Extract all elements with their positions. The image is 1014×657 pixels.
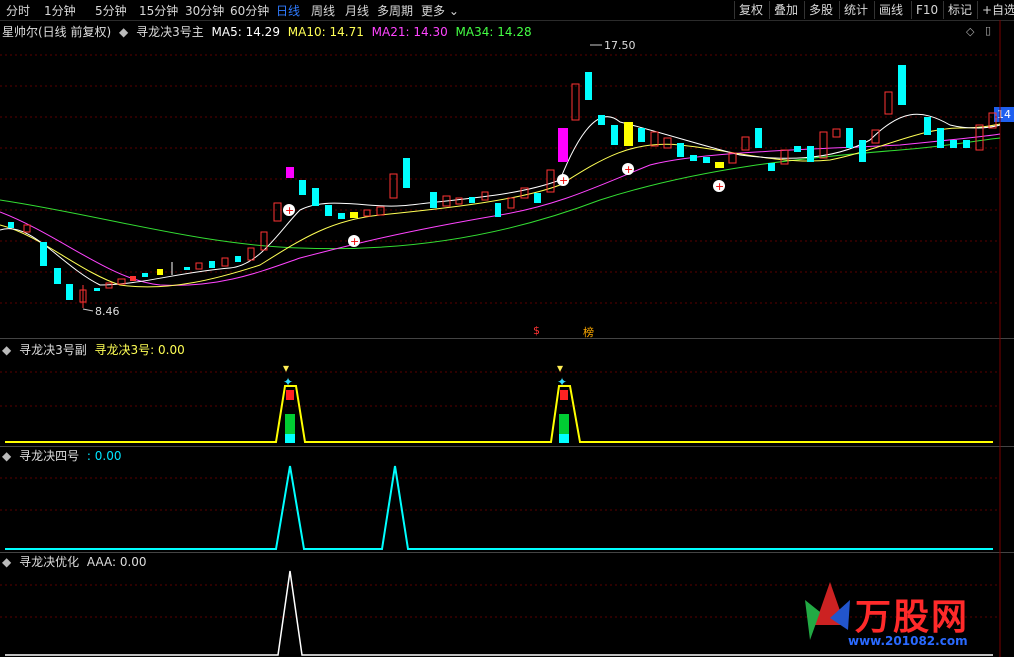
svg-text:+: + — [285, 204, 294, 217]
svg-text:+: + — [350, 235, 359, 248]
svg-text:+: + — [559, 174, 568, 187]
kline-chart[interactable]: + + + + + ✦ ✦ ▾ ▾ — [0, 0, 1014, 657]
low-price-label: 8.46 — [95, 305, 120, 318]
svg-text:✦: ✦ — [283, 375, 293, 389]
watermark-url: www.201082.com — [848, 634, 968, 648]
marker-s: $ — [533, 324, 540, 337]
svg-text:+: + — [624, 163, 633, 176]
svg-text:▾: ▾ — [557, 361, 563, 375]
svg-text:✦: ✦ — [557, 375, 567, 389]
svg-text:+: + — [715, 180, 724, 193]
watermark-brand: 万股网 — [855, 597, 970, 638]
marker-bang: 榜 — [583, 326, 594, 339]
high-price-label: 17.50 — [604, 39, 636, 52]
svg-text:▾: ▾ — [283, 361, 289, 375]
